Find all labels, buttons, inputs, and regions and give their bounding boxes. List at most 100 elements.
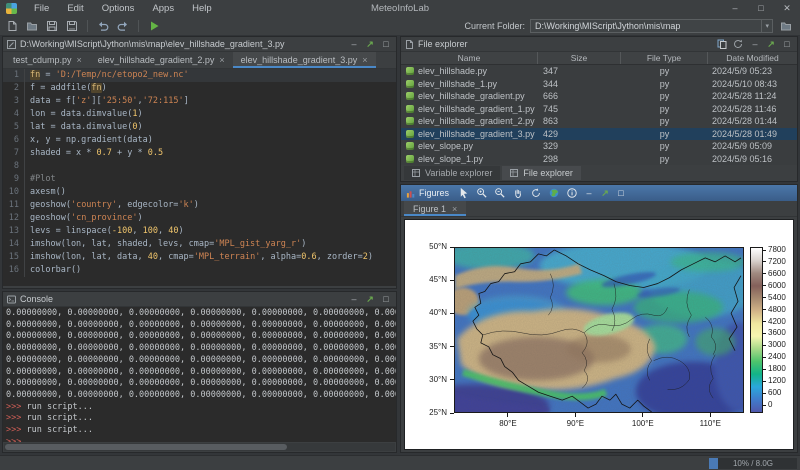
colorbar-tick-label: 6000 (768, 281, 798, 291)
colorbar-tick-label: 6600 (768, 269, 798, 279)
menu-item[interactable]: Apps (143, 3, 183, 14)
editor-tab[interactable]: elev_hillshade_gradient_3.py × (233, 52, 376, 68)
y-tick-mark (450, 313, 454, 314)
current-folder-value: D:\Working\MIScript\Jython\mis\map (535, 21, 761, 31)
table-row[interactable]: elev_slope_1.py 298 py 2024/5/9 05:16 (401, 153, 797, 166)
tab-close-icon[interactable]: × (452, 204, 457, 214)
editor-tab-label: elev_hillshade_gradient_3.py (241, 55, 358, 65)
browse-folder-icon[interactable] (778, 19, 794, 34)
colorbar-tick-mark (763, 297, 766, 298)
file-size-cell: 863 (538, 116, 621, 126)
panel-maximize-icon[interactable]: □ (615, 188, 627, 198)
redo-icon[interactable] (115, 19, 131, 34)
terrain-map-graphic (455, 248, 743, 412)
table-row[interactable]: elev_hillshade_1.py 344 py 2024/5/10 08:… (401, 78, 797, 91)
console-hscrollbar[interactable] (4, 443, 395, 451)
colorbar-tick-label: 1200 (768, 376, 798, 386)
table-row[interactable]: elev_hillshade_gradient_3.py 429 py 2024… (401, 128, 797, 141)
scrollbar-thumb[interactable] (5, 444, 287, 450)
undo-icon[interactable] (95, 19, 111, 34)
run-script-icon[interactable] (146, 19, 162, 34)
file-date-cell: 2024/5/10 08:43 (708, 79, 797, 89)
colorbar-tick-mark (763, 250, 766, 251)
colorbar-tick-label: 0 (768, 400, 798, 410)
status-bar: 10% / 8.0G (0, 455, 800, 470)
zoom-in-icon[interactable] (475, 187, 489, 200)
panel-minimize-icon[interactable]: – (348, 294, 360, 304)
current-folder-box: Current Folder: D:\Working\MIScript\Jyth… (464, 19, 800, 34)
panel-float-icon[interactable]: ↗ (765, 39, 777, 50)
panel-float-icon[interactable]: ↗ (599, 188, 611, 199)
explorer-tab[interactable]: Variable explorer (404, 166, 500, 180)
panel-minimize-icon[interactable]: – (348, 39, 360, 49)
column-header[interactable]: File Type (621, 52, 708, 64)
figure-tab[interactable]: Figure 1 × (404, 201, 466, 216)
panel-maximize-icon[interactable]: □ (781, 39, 793, 49)
console-output[interactable]: 0.00000000, 0.00000000, 0.00000000, 0.00… (3, 307, 396, 442)
refresh-icon[interactable] (733, 39, 745, 49)
main-toolbar: Current Folder: D:\Working\MIScript\Jyth… (0, 17, 800, 36)
chevron-down-icon[interactable]: ▾ (761, 20, 772, 32)
column-header[interactable]: Date Modified (708, 52, 797, 64)
file-explorer-panel: File explorer – ↗ □ NameSizeFile TypeDat… (400, 36, 798, 182)
window-maximize-icon[interactable]: □ (748, 3, 774, 14)
zoom-out-icon[interactable] (493, 187, 507, 200)
pan-hand-icon[interactable] (511, 187, 525, 200)
memory-indicator[interactable]: 10% / 8.0G (709, 458, 797, 469)
x-tick-label: 80°E (490, 419, 526, 429)
globe-icon[interactable] (547, 187, 561, 200)
window-close-icon[interactable]: ✕ (774, 3, 800, 14)
editor-tab[interactable]: test_cdump.py × (5, 52, 90, 68)
panel-float-icon[interactable]: ↗ (364, 39, 376, 50)
file-size-cell: 347 (538, 66, 621, 76)
panel-float-icon[interactable]: ↗ (364, 294, 376, 305)
map-figure[interactable]: 80°E90°E100°E110°E50°N45°N40°N35°N30°N25… (405, 220, 793, 449)
menu-item[interactable]: Help (183, 3, 221, 14)
open-file-icon[interactable] (24, 19, 40, 34)
current-folder-combobox[interactable]: D:\Working\MIScript\Jython\mis\map ▾ (530, 19, 773, 33)
panel-maximize-icon[interactable]: □ (380, 39, 392, 49)
menu-item[interactable]: Edit (58, 3, 92, 14)
window-minimize-icon[interactable]: – (722, 3, 748, 14)
map-plot[interactable] (454, 247, 744, 413)
file-size-cell: 429 (538, 129, 621, 139)
copy-document-icon[interactable] (717, 39, 729, 49)
panel-minimize-icon[interactable]: – (749, 39, 761, 49)
editor-tab[interactable]: elev_hillshade_gradient_2.py × (90, 52, 233, 68)
new-script-icon[interactable] (4, 19, 20, 34)
table-row[interactable]: elev_hillshade_gradient.py 666 py 2024/5… (401, 90, 797, 103)
save-as-icon[interactable] (64, 19, 80, 34)
table-row[interactable]: elev_hillshade.py 347 py 2024/5/9 05:23 (401, 65, 797, 78)
info-icon[interactable] (565, 187, 579, 200)
colorbar-tick-mark (763, 321, 766, 322)
panel-maximize-icon[interactable]: □ (380, 294, 392, 304)
figures-panel-header: Figures – ↗ □ (401, 185, 797, 201)
tab-close-icon[interactable]: × (362, 55, 367, 65)
column-header[interactable]: Name (401, 52, 538, 64)
tab-close-icon[interactable]: × (77, 55, 82, 65)
current-folder-label: Current Folder: (464, 21, 525, 31)
colorbar-tick-mark (763, 381, 766, 382)
x-tick-label: 100°E (625, 419, 661, 429)
menu-item[interactable]: File (25, 3, 58, 14)
table-row[interactable]: elev_slope.py 329 py 2024/5/9 05:09 (401, 140, 797, 153)
file-date-cell: 2024/5/28 01:49 (708, 129, 797, 139)
file-date-cell: 2024/5/9 05:23 (708, 66, 797, 76)
save-icon[interactable] (44, 19, 60, 34)
rotate-icon[interactable] (529, 187, 543, 200)
file-type-cell: py (621, 104, 708, 114)
file-name-cell: elev_hillshade_gradient_1.py (401, 104, 538, 114)
select-cursor-icon[interactable] (457, 187, 471, 200)
explorer-tab[interactable]: File explorer (502, 166, 581, 180)
explorer-tab-icon (510, 169, 519, 178)
panel-minimize-icon[interactable]: – (583, 188, 595, 198)
code-editor[interactable]: 1fn = 'D:/Temp/nc/etopo2_new.nc'2f = add… (3, 69, 396, 286)
table-row[interactable]: elev_hillshade_gradient_2.py 863 py 2024… (401, 115, 797, 128)
tab-close-icon[interactable]: × (219, 55, 224, 65)
menu-item[interactable]: Options (93, 3, 144, 14)
colorbar-tick-mark (763, 393, 766, 394)
figure-area: 80°E90°E100°E110°E50°N45°N40°N35°N30°N25… (404, 219, 794, 450)
table-row[interactable]: elev_hillshade_gradient_1.py 745 py 2024… (401, 103, 797, 116)
column-header[interactable]: Size (538, 52, 621, 64)
colorbar-tick-mark (763, 405, 766, 406)
